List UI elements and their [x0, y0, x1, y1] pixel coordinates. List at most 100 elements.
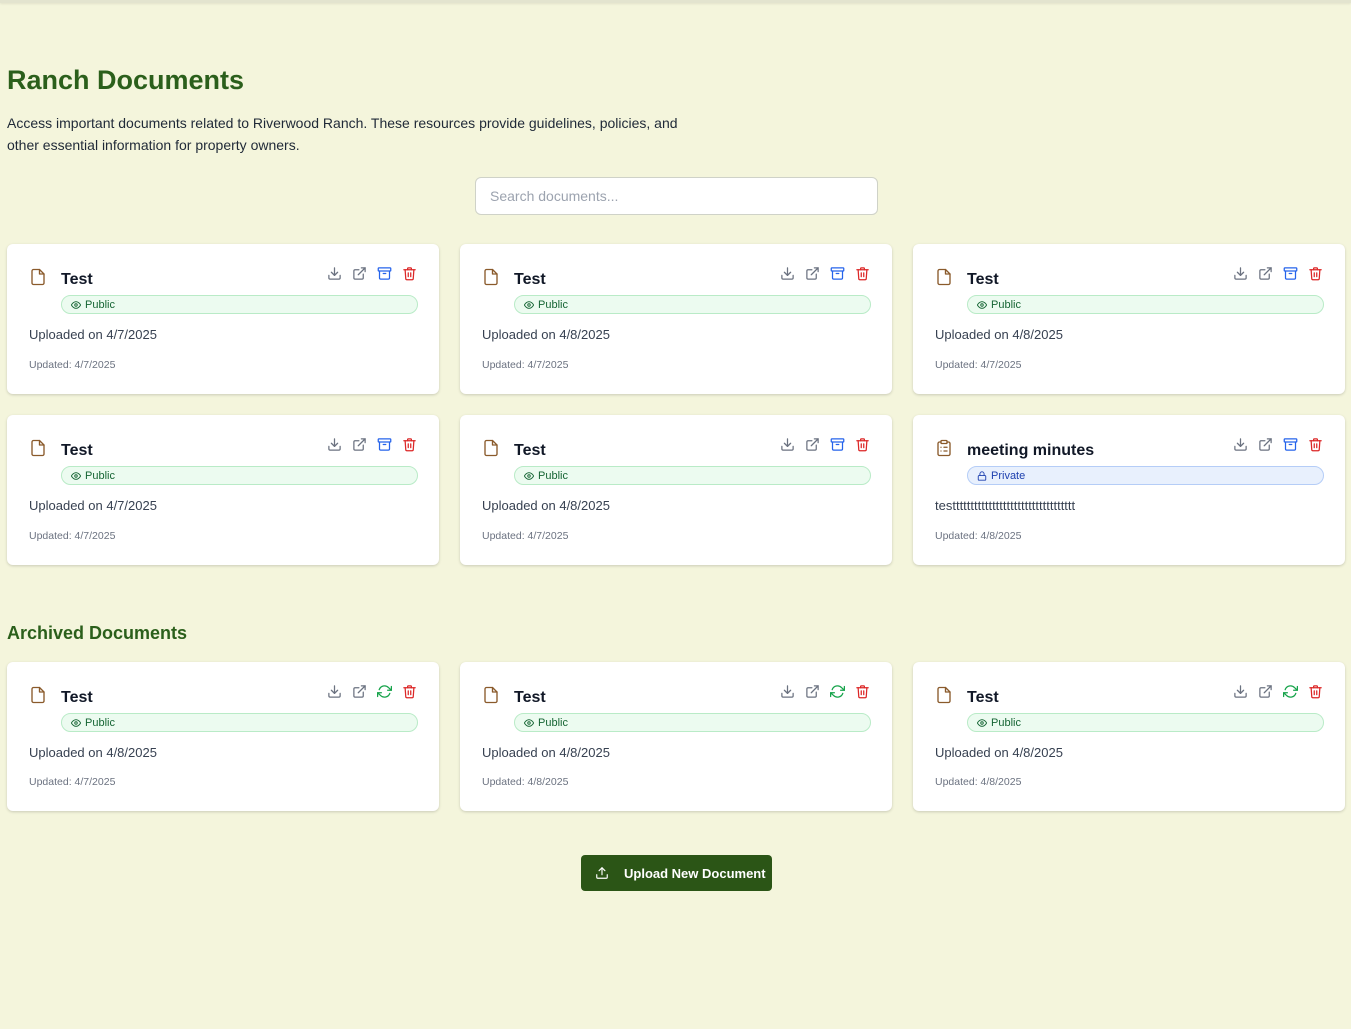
document-actions [1233, 437, 1323, 452]
visibility-label: Public [538, 298, 568, 311]
archive-icon [377, 437, 392, 452]
document-title: Test [967, 271, 999, 288]
download-icon [327, 266, 342, 281]
delete-button[interactable] [855, 437, 870, 452]
file-icon [29, 268, 47, 290]
archive-icon [1283, 437, 1298, 452]
archived-section-title: Archived Documents [7, 623, 188, 643]
download-button[interactable] [780, 437, 795, 452]
restore-button[interactable] [377, 684, 392, 699]
trash-icon [402, 684, 417, 699]
archived-documents-grid: Test Public Uploaded on 4/8/2025 Updated: 4… [7, 662, 1346, 811]
restore-icon [1283, 684, 1298, 699]
eye-icon [977, 300, 987, 310]
archive-icon [830, 437, 845, 452]
delete-button[interactable] [1308, 437, 1323, 452]
archive-button[interactable] [377, 437, 392, 452]
restore-button[interactable] [1283, 684, 1298, 699]
updated-date: Updated: 4/7/2025 [935, 359, 1022, 371]
open-button[interactable] [805, 266, 820, 281]
download-button[interactable] [780, 684, 795, 699]
open-button[interactable] [352, 684, 367, 699]
visibility-badge: Public [61, 466, 418, 485]
external-link-icon [805, 266, 820, 281]
clipboard-icon [935, 439, 953, 461]
document-card: Test Public Uploaded on 4/8/2025 Updated: 4… [913, 662, 1345, 811]
trash-icon [1308, 437, 1323, 452]
download-button[interactable] [1233, 266, 1248, 281]
delete-button[interactable] [402, 266, 417, 281]
visibility-badge: Private [967, 466, 1324, 485]
delete-button[interactable] [402, 684, 417, 699]
trash-icon [855, 684, 870, 699]
upload-document-button[interactable]: Upload New Document [581, 855, 772, 891]
visibility-label: Public [538, 716, 568, 729]
archive-icon [377, 266, 392, 281]
external-link-icon [352, 437, 367, 452]
trash-icon [855, 266, 870, 281]
document-actions [780, 684, 870, 699]
search-input[interactable] [475, 177, 878, 215]
document-info: Uploaded on 4/7/2025 [29, 498, 157, 513]
external-link-icon [352, 266, 367, 281]
download-button[interactable] [327, 437, 342, 452]
restore-button[interactable] [830, 684, 845, 699]
archive-button[interactable] [377, 266, 392, 281]
download-button[interactable] [1233, 437, 1248, 452]
document-info: Uploaded on 4/7/2025 [29, 327, 157, 342]
visibility-label: Public [85, 298, 115, 311]
document-info: Uploaded on 4/8/2025 [935, 745, 1063, 760]
download-button[interactable] [327, 684, 342, 699]
delete-button[interactable] [855, 684, 870, 699]
document-title: Test [514, 271, 546, 288]
file-icon [935, 686, 953, 708]
download-button[interactable] [780, 266, 795, 281]
document-card: Test Public Uploaded on 4/8/2025 Updated: 4… [913, 244, 1345, 394]
visibility-badge: Public [967, 295, 1324, 314]
delete-button[interactable] [1308, 266, 1323, 281]
download-icon [780, 684, 795, 699]
download-icon [780, 266, 795, 281]
document-title: Test [61, 271, 93, 288]
file-icon [482, 439, 500, 461]
document-card: Test Public Uploaded on 4/8/2025 Updated: 4… [460, 662, 892, 811]
document-title: Test [61, 442, 93, 459]
archive-button[interactable] [830, 266, 845, 281]
archive-button[interactable] [1283, 266, 1298, 281]
visibility-label: Public [85, 469, 115, 482]
archive-button[interactable] [1283, 437, 1298, 452]
open-button[interactable] [805, 437, 820, 452]
document-info: testttttttttttttttttttttttttttttttttt [935, 498, 1076, 513]
upload-icon [595, 866, 609, 880]
documents-grid: Test Public Uploaded on 4/7/2025 Updated: 4… [7, 244, 1346, 565]
download-icon [327, 437, 342, 452]
restore-icon [377, 684, 392, 699]
open-button[interactable] [1258, 684, 1273, 699]
document-info: Uploaded on 4/8/2025 [482, 327, 610, 342]
visibility-badge: Public [967, 713, 1324, 732]
archive-button[interactable] [830, 437, 845, 452]
delete-button[interactable] [402, 437, 417, 452]
download-button[interactable] [327, 266, 342, 281]
open-button[interactable] [1258, 266, 1273, 281]
file-icon [482, 686, 500, 708]
delete-button[interactable] [855, 266, 870, 281]
trash-icon [855, 437, 870, 452]
download-icon [1233, 266, 1248, 281]
trash-icon [1308, 684, 1323, 699]
document-info: Uploaded on 4/8/2025 [29, 745, 157, 760]
eye-icon [977, 718, 987, 728]
open-button[interactable] [352, 437, 367, 452]
visibility-label: Public [85, 716, 115, 729]
open-button[interactable] [805, 684, 820, 699]
file-icon [482, 268, 500, 290]
updated-date: Updated: 4/7/2025 [482, 359, 569, 371]
updated-date: Updated: 4/8/2025 [935, 776, 1022, 788]
eye-icon [71, 300, 81, 310]
open-button[interactable] [352, 266, 367, 281]
delete-button[interactable] [1308, 684, 1323, 699]
archive-icon [830, 266, 845, 281]
open-button[interactable] [1258, 437, 1273, 452]
page-description: Access important documents related to Ri… [7, 115, 678, 153]
download-button[interactable] [1233, 684, 1248, 699]
